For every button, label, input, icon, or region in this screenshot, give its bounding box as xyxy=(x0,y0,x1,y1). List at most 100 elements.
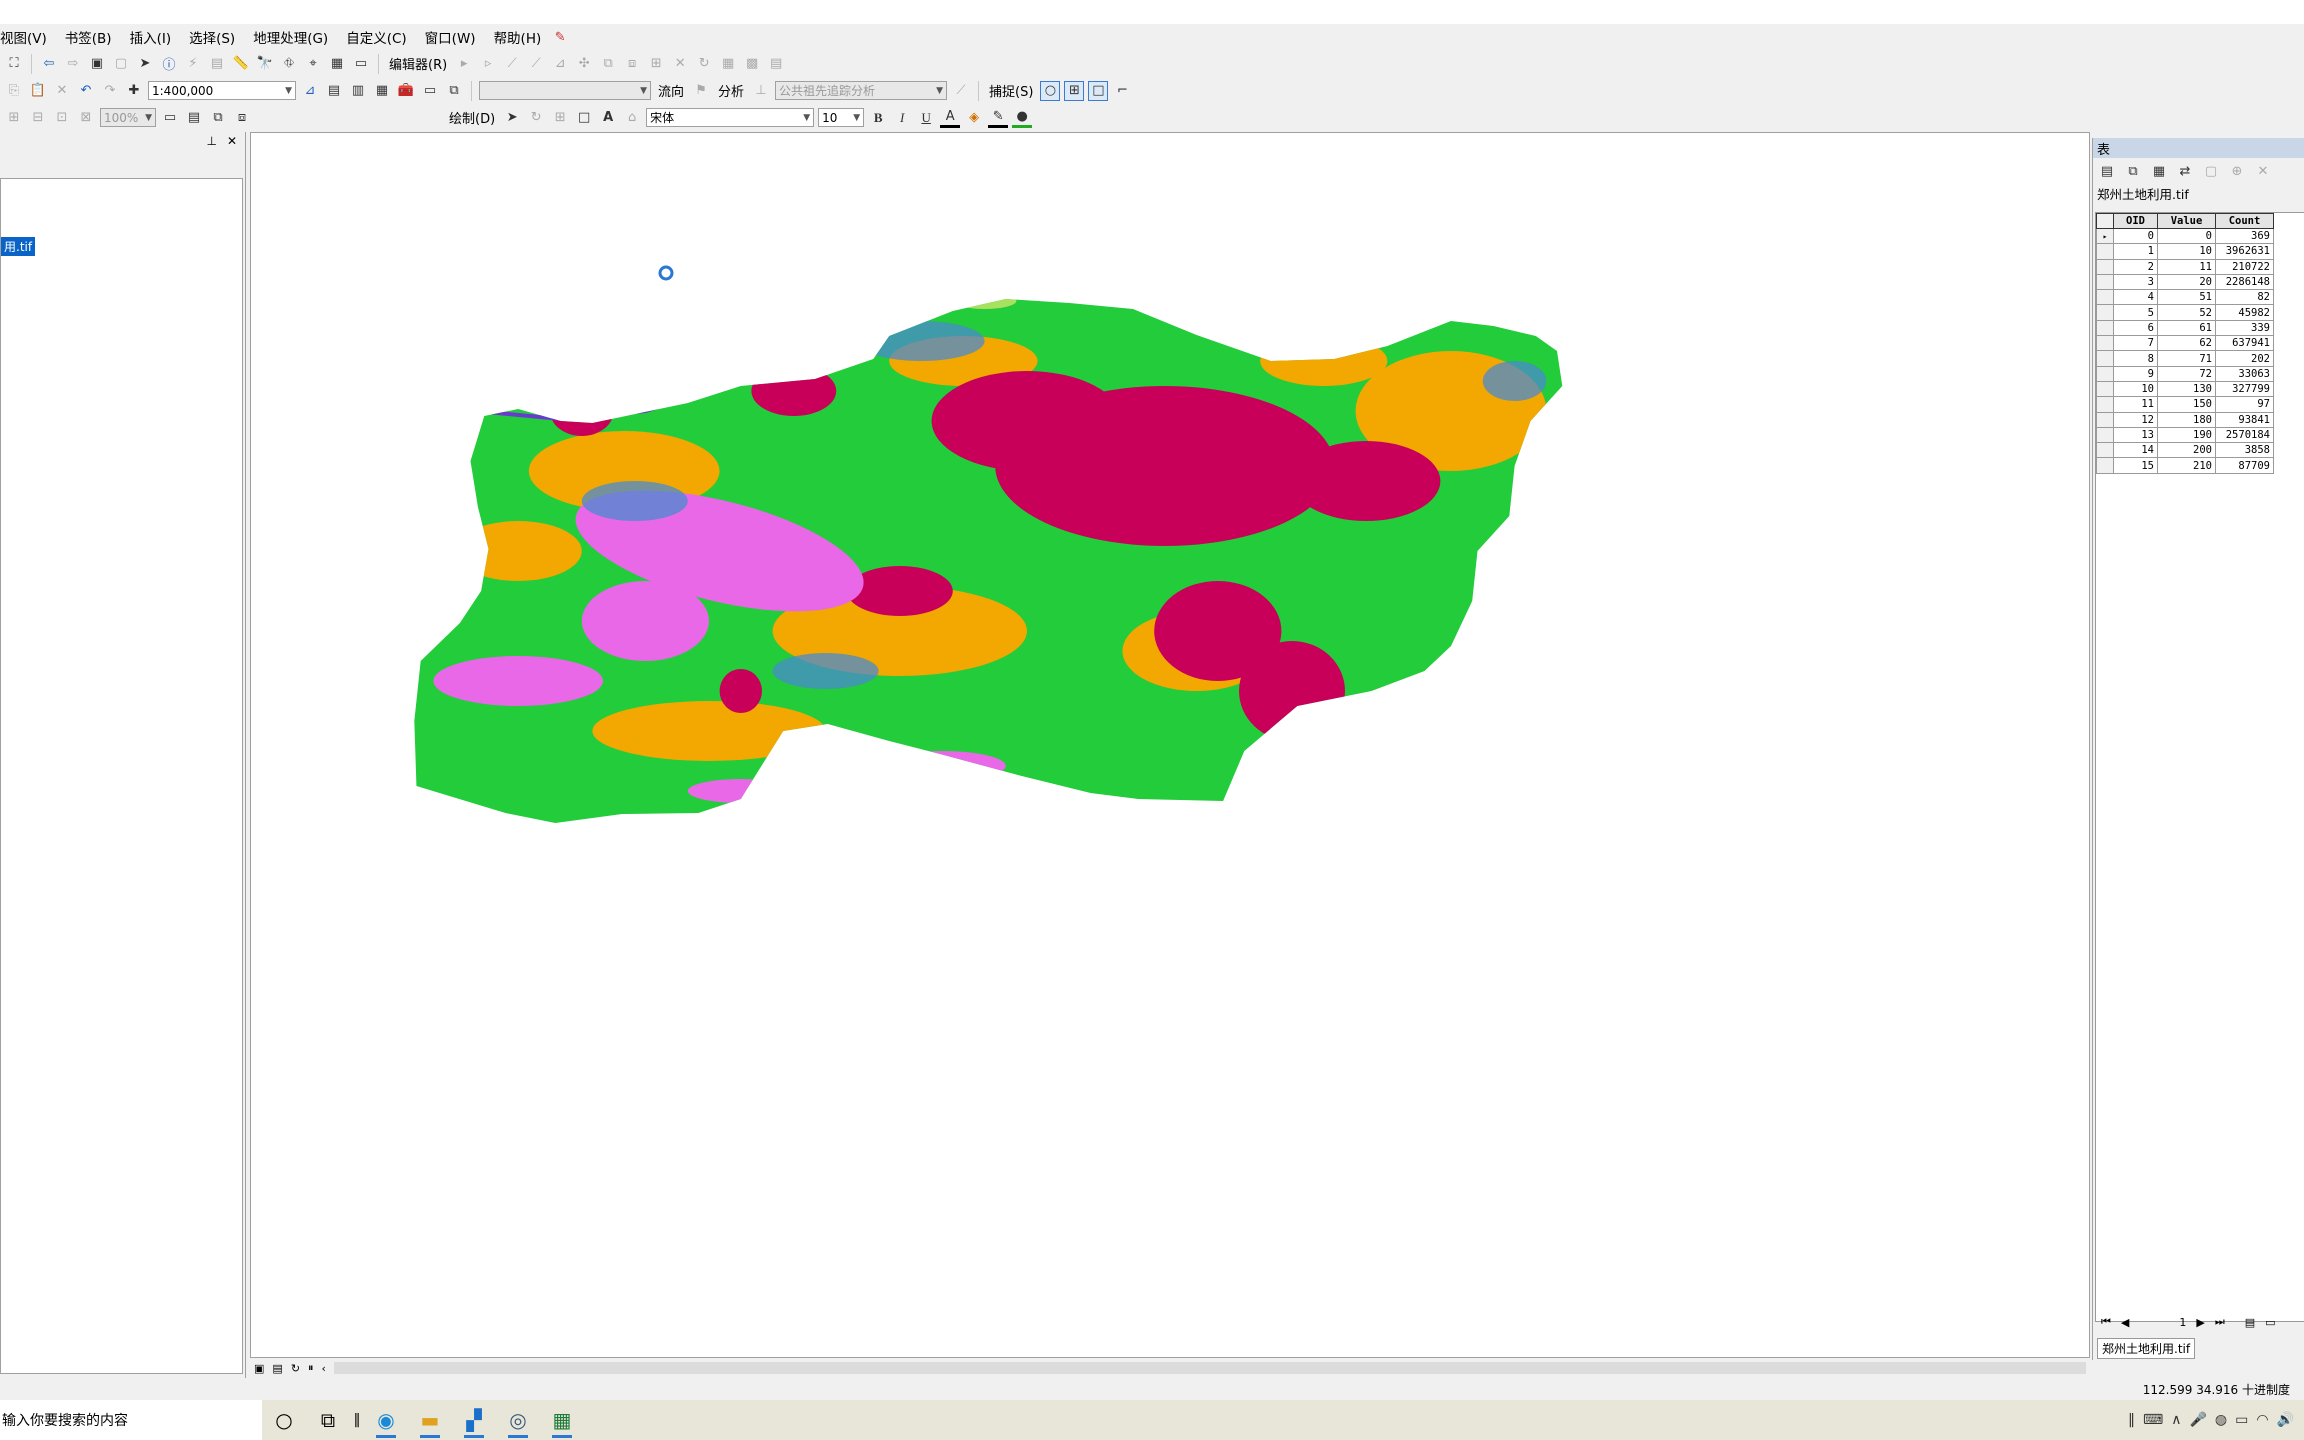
search-window-icon[interactable]: ▦ xyxy=(372,81,392,101)
marker-color-icon[interactable]: ● xyxy=(1012,108,1033,128)
table-cell[interactable]: 52 xyxy=(2157,304,2216,321)
arctoolbox-icon[interactable]: 🧰 xyxy=(396,81,416,101)
show-hidden-icons-icon[interactable]: ∧ xyxy=(2171,1412,2181,1428)
layout-zoom-combo[interactable]: 100% ▼ xyxy=(100,108,156,127)
find-route-icon[interactable]: ⛗ xyxy=(279,54,299,74)
switch-selection-icon[interactable]: ⇄ xyxy=(2175,161,2195,181)
callout-icon[interactable]: ⌂ xyxy=(622,108,642,128)
row-selector[interactable] xyxy=(2096,457,2114,474)
go-to-xy-icon[interactable]: ⌖ xyxy=(303,54,323,74)
table-row[interactable]: 11 150 97 xyxy=(2096,396,2274,413)
column-header-oid[interactable]: OID xyxy=(2113,213,2158,229)
table-row[interactable]: 2 11 210722 xyxy=(2096,258,2274,275)
select-elements-icon[interactable]: ➤ xyxy=(135,54,155,74)
identify-icon[interactable]: ⓘ xyxy=(159,54,179,74)
point-icon[interactable]: ✣ xyxy=(574,54,594,74)
close-icon[interactable]: ✕ xyxy=(227,134,237,148)
menu-customize[interactable]: 自定义(C) xyxy=(337,27,415,47)
table-cell[interactable]: 45982 xyxy=(2215,304,2274,321)
table-cell[interactable]: 9 xyxy=(2113,365,2158,382)
row-selector[interactable] xyxy=(2096,258,2114,275)
row-selector[interactable] xyxy=(2096,273,2114,291)
clear-selection-icon[interactable]: ▢ xyxy=(111,54,131,74)
zoom-whole-page-icon[interactable]: ⊡ xyxy=(52,108,72,128)
table-cell[interactable]: 7 xyxy=(2113,335,2158,352)
table-cell[interactable]: 339 xyxy=(2215,319,2274,337)
measure-icon[interactable]: 📏 xyxy=(231,54,251,74)
zoom-out-fixed-icon[interactable]: ⊟ xyxy=(28,108,48,128)
trace-task-combo[interactable]: 公共祖先追踪分析 ▼ xyxy=(775,81,948,100)
flow-direction-menu[interactable]: 流向 xyxy=(655,81,687,100)
row-selector[interactable] xyxy=(2096,380,2114,398)
table-cell[interactable]: 202 xyxy=(2215,350,2274,367)
attribute-grid[interactable]: OID Value Count ▸ 0 0 369 1 10 3962631 2 11 21072… xyxy=(2095,212,2304,1322)
point-snapping-icon[interactable]: ○ xyxy=(1040,80,1061,101)
table-cell[interactable]: 82 xyxy=(2215,289,2274,306)
table-cell[interactable]: 51 xyxy=(2157,289,2216,306)
table-row[interactable]: 10 130 327799 xyxy=(2096,380,2274,398)
data-driven-pages-icon[interactable]: ⧈ xyxy=(232,108,252,128)
end-point-arc-icon[interactable]: ⟋ xyxy=(526,54,546,74)
row-selector[interactable] xyxy=(2096,335,2114,352)
table-row[interactable]: 3 20 2286148 xyxy=(2096,273,2274,291)
input-method-icon[interactable]: ⌨ xyxy=(2143,1412,2163,1428)
table-cell[interactable]: 5 xyxy=(2113,304,2158,321)
row-selector[interactable] xyxy=(2096,319,2114,337)
refresh-icon[interactable]: ↻ xyxy=(291,1362,300,1375)
pin-icon[interactable]: ⊥ xyxy=(206,134,216,148)
taskbar-search-box[interactable]: 输入你要搜索的内容 xyxy=(0,1400,262,1440)
row-selector[interactable] xyxy=(2096,411,2114,428)
land-use-raster-map[interactable] xyxy=(251,133,2090,1358)
table-cell[interactable]: 6 xyxy=(2113,319,2158,337)
menu-insert[interactable]: 插入(I) xyxy=(121,27,181,47)
related-tables-icon[interactable]: ⧉ xyxy=(2123,161,2143,181)
table-cell[interactable]: 33063 xyxy=(2215,365,2274,382)
trace-icon[interactable]: ⊿ xyxy=(550,54,570,74)
select-by-attributes-icon[interactable]: ▦ xyxy=(2149,161,2169,181)
last-record-icon[interactable]: ⏭ xyxy=(2215,1315,2225,1329)
wifi-icon[interactable]: ◠ xyxy=(2256,1412,2268,1428)
forward-extent-icon[interactable]: ⇨ xyxy=(63,54,83,74)
toc-window-icon[interactable]: ▤ xyxy=(324,81,344,101)
edit-vertices-icon[interactable]: ⧉ xyxy=(598,54,618,74)
clear-selection-icon[interactable]: ▢ xyxy=(2201,161,2221,181)
table-cell[interactable]: 200 xyxy=(2157,442,2216,459)
table-row[interactable]: 13 190 2570184 xyxy=(2096,426,2274,444)
italic-button[interactable]: I xyxy=(892,108,912,128)
row-selector[interactable] xyxy=(2096,350,2114,367)
create-features-icon[interactable]: ▤ xyxy=(766,54,786,74)
delete-selected-icon[interactable]: ✕ xyxy=(2253,161,2273,181)
change-layout-icon[interactable]: ⧉ xyxy=(208,108,228,128)
next-record-icon[interactable]: ▶ xyxy=(2196,1316,2204,1329)
rotate-element-icon[interactable]: ↻ xyxy=(526,108,546,128)
column-header-count[interactable]: Count xyxy=(2215,213,2274,229)
editor-toolbar-icon[interactable]: ⊿ xyxy=(300,81,320,101)
edit-annotation-icon[interactable]: ▹ xyxy=(478,54,498,74)
editor-menu[interactable]: 编辑器(R) xyxy=(386,54,450,73)
vertex-snapping-icon[interactable]: □ xyxy=(1088,80,1109,101)
model-builder-icon[interactable]: ⧉ xyxy=(444,81,464,101)
network-combo[interactable]: ▼ xyxy=(479,81,651,100)
table-cell[interactable]: 14 xyxy=(2113,442,2158,459)
snapping-menu[interactable]: 捕捉(S) xyxy=(986,81,1036,100)
table-tab[interactable]: 郑州土地利用.tif xyxy=(2097,1338,2196,1359)
table-cell[interactable]: 11 xyxy=(2113,396,2158,413)
paste-icon[interactable]: 📋 xyxy=(28,81,48,101)
table-cell[interactable]: 20 xyxy=(2157,273,2216,291)
sketch-properties-icon[interactable]: ▩ xyxy=(742,54,762,74)
data-view-icon[interactable]: ▣ xyxy=(254,1362,264,1375)
cut-polygons-icon[interactable]: ⊞ xyxy=(646,54,666,74)
menu-bookmarks[interactable]: 书签(B) xyxy=(56,27,121,47)
rectangle-icon[interactable]: □ xyxy=(574,108,594,128)
table-row[interactable]: 15 210 87709 xyxy=(2096,457,2274,474)
table-row[interactable]: 6 61 339 xyxy=(2096,319,2274,337)
table-cell[interactable]: 0 xyxy=(2113,227,2158,245)
table-cell[interactable]: 3 xyxy=(2113,273,2158,291)
table-row[interactable]: 8 71 202 xyxy=(2096,350,2274,367)
bold-button[interactable]: B xyxy=(868,108,888,128)
end-snapping-icon[interactable]: ⊞ xyxy=(1064,80,1085,101)
font-color-icon[interactable]: A xyxy=(940,108,961,128)
map-scale-combo[interactable]: 1:400,000 ▼ xyxy=(148,81,296,100)
menu-help[interactable]: 帮助(H) xyxy=(485,27,551,47)
table-cell[interactable]: 3962631 xyxy=(2215,243,2274,260)
